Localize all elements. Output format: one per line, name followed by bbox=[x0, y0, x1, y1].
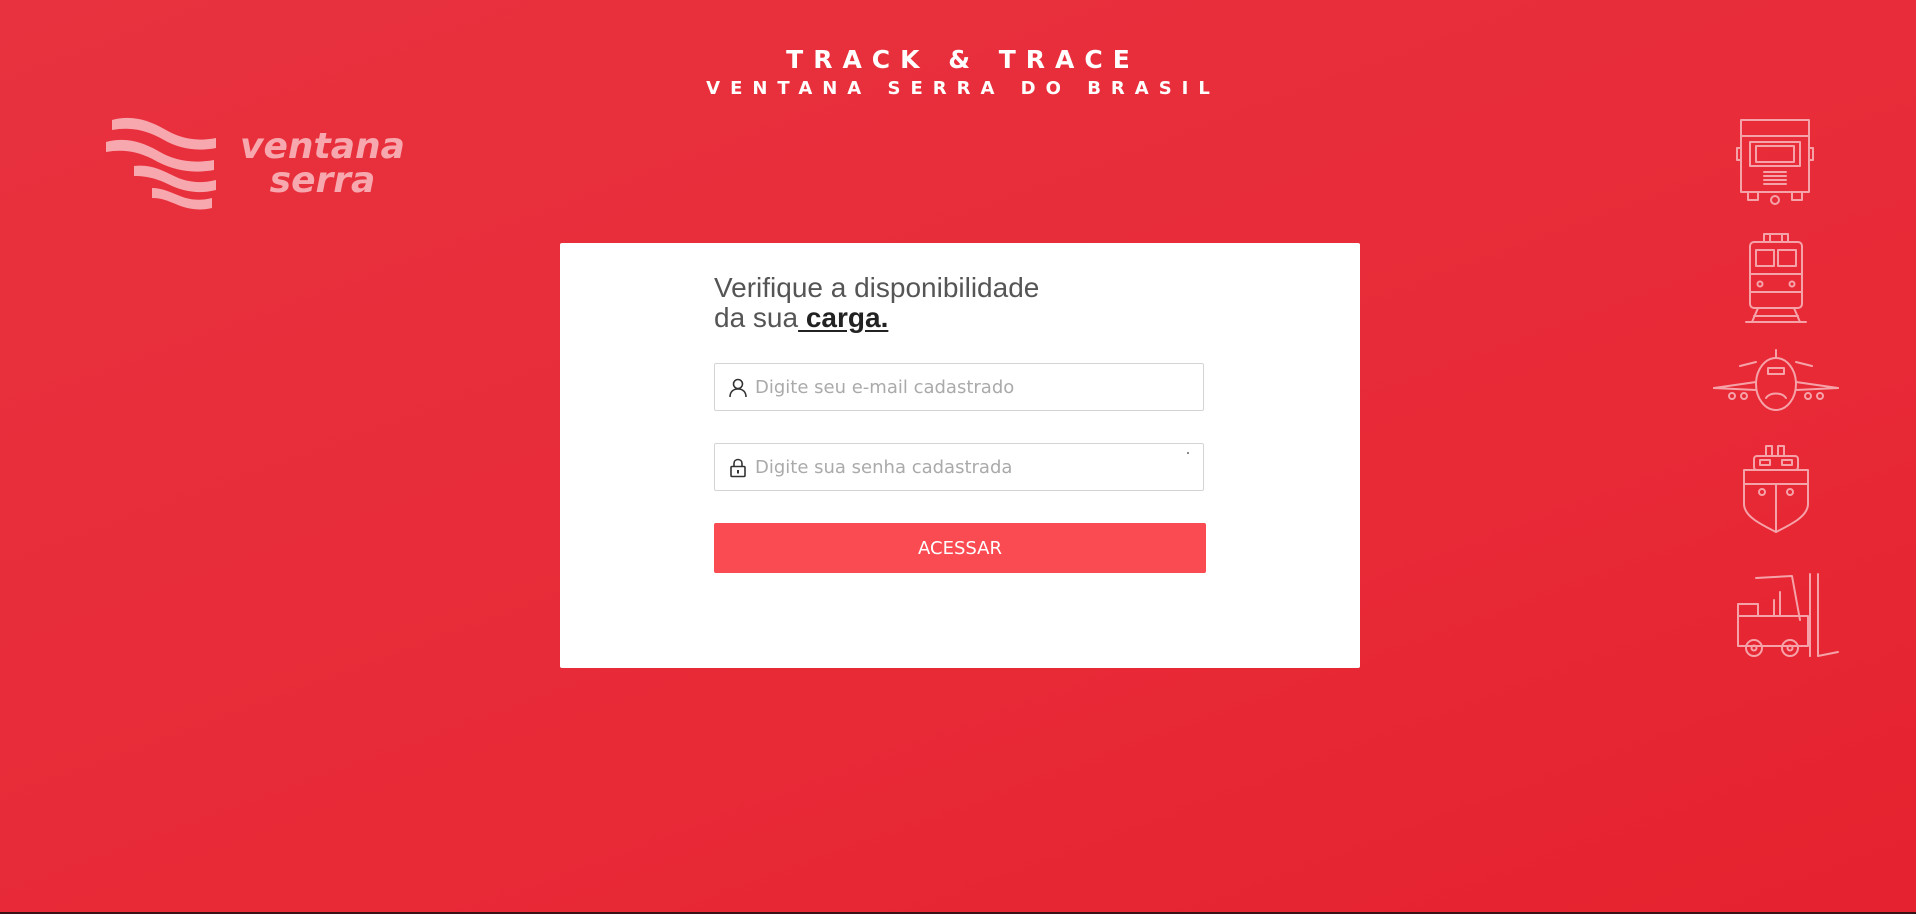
ventana-serra-logo: ventana serra bbox=[104, 116, 424, 210]
password-input[interactable] bbox=[755, 444, 1195, 490]
field-dot bbox=[1187, 452, 1189, 454]
heading-emphasis: carga. bbox=[798, 302, 889, 333]
airplane-icon bbox=[1713, 349, 1839, 411]
user-icon bbox=[729, 378, 747, 398]
heading-line-2: da sua carga. bbox=[714, 303, 1039, 333]
access-button[interactable]: ACESSAR bbox=[714, 523, 1206, 573]
email-field[interactable] bbox=[714, 363, 1204, 411]
logo-line-1: ventana bbox=[240, 126, 405, 167]
forklift-icon bbox=[1737, 573, 1839, 657]
heading-prefix: da sua bbox=[714, 302, 799, 333]
page-header: TRACK & TRACE VENTANA SERRA DO BRASIL bbox=[0, 44, 1916, 102]
app-title: TRACK & TRACE bbox=[786, 45, 1140, 74]
logo-waves-icon bbox=[106, 117, 216, 210]
ship-icon bbox=[1743, 445, 1809, 533]
email-input[interactable] bbox=[755, 364, 1195, 410]
train-icon bbox=[1745, 233, 1807, 323]
heading-line-1: Verifique a disponibilidade bbox=[714, 272, 1040, 303]
company-subtitle: VENTANA SERRA DO BRASIL bbox=[706, 78, 1220, 99]
logo-wordmark: ventana serra bbox=[240, 126, 405, 201]
password-field[interactable] bbox=[714, 443, 1204, 491]
truck-icon bbox=[1736, 119, 1814, 205]
lock-icon bbox=[730, 458, 746, 478]
login-card: Verifique a disponibilidade da sua carga… bbox=[560, 243, 1360, 668]
logo-line-2: serra bbox=[269, 160, 376, 201]
login-heading: Verifique a disponibilidade da sua carga… bbox=[714, 273, 1039, 333]
